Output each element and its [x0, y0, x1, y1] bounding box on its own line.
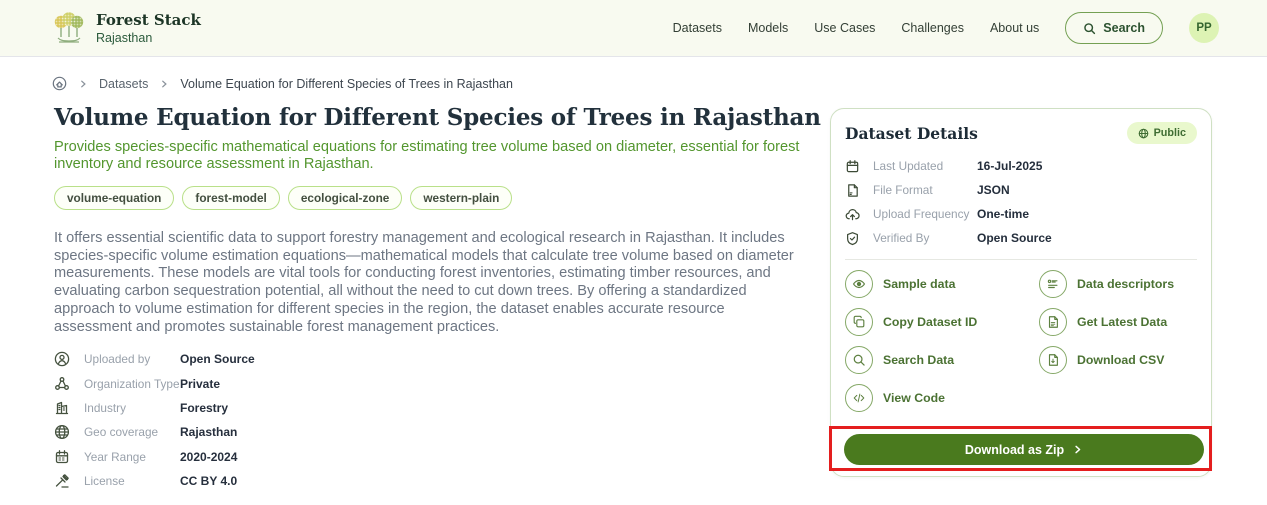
tag-list: volume-equation forest-model ecological-… — [54, 186, 513, 210]
document-icon — [1039, 308, 1067, 336]
main-nav: Datasets Models Use Cases Challenges Abo… — [673, 12, 1219, 44]
download-csv-button[interactable]: Download CSV — [1039, 346, 1197, 374]
detail-row-upload-frequency: Upload Frequency One-time — [845, 202, 1197, 226]
breadcrumb: Datasets Volume Equation for Different S… — [52, 76, 513, 91]
detail-row-last-updated: Last Updated 16-Jul-2025 — [845, 154, 1197, 178]
page: Forest Stack Rajasthan Datasets Models U… — [0, 0, 1267, 505]
license-icon — [54, 473, 71, 490]
download-as-zip-label: Download as Zip — [964, 442, 1065, 457]
sample-data-button[interactable]: Sample data — [845, 270, 1039, 298]
org-icon — [54, 375, 71, 392]
tag-ecological-zone[interactable]: ecological-zone — [287, 186, 403, 210]
view-code-button[interactable]: View Code — [845, 384, 1039, 412]
dataset-description: It offers essential scientific data to s… — [54, 230, 794, 335]
meta-row-geo-coverage: Geo coverage Rajasthan — [54, 420, 255, 444]
brand-logo[interactable]: Forest Stack Rajasthan — [52, 11, 201, 45]
page-title: Volume Equation for Different Species of… — [54, 104, 821, 131]
tag-western-plain[interactable]: western-plain — [410, 186, 513, 210]
eye-icon — [845, 270, 873, 298]
chevron-right-icon — [78, 79, 88, 89]
public-badge: Public — [1126, 122, 1197, 144]
card-title: Dataset Details — [845, 123, 978, 143]
avatar[interactable]: PP — [1189, 13, 1219, 43]
globe-icon — [1138, 128, 1149, 139]
code-icon — [845, 384, 873, 412]
meta-row-license: License CC BY 4.0 — [54, 469, 255, 493]
file-icon — [845, 182, 861, 198]
nav-item-challenges[interactable]: Challenges — [901, 21, 964, 35]
search-icon — [845, 346, 873, 374]
calendar-icon — [845, 158, 861, 174]
file-download-icon — [1039, 346, 1067, 374]
detail-rows: Last Updated 16-Jul-2025 File Format JSO… — [831, 154, 1211, 250]
home-icon[interactable] — [52, 76, 67, 91]
industry-icon — [54, 399, 71, 416]
detail-row-file-format: File Format JSON — [845, 178, 1197, 202]
meta-row-organization-type: Organization Type Private — [54, 371, 255, 395]
search-icon — [1083, 22, 1096, 35]
copy-dataset-id-button[interactable]: Copy Dataset ID — [845, 308, 1039, 336]
search-button[interactable]: Search — [1065, 12, 1163, 44]
nav-item-datasets[interactable]: Datasets — [673, 21, 722, 35]
copy-icon — [845, 308, 873, 336]
card-actions: Sample data Data descriptors Copy Datase… — [831, 260, 1211, 412]
get-latest-data-button[interactable]: Get Latest Data — [1039, 308, 1197, 336]
public-badge-label: Public — [1153, 127, 1186, 139]
app-header: Forest Stack Rajasthan Datasets Models U… — [0, 0, 1267, 57]
list-icon — [1039, 270, 1067, 298]
page-subtitle: Provides species-specific mathematical e… — [54, 139, 800, 172]
card-header: Dataset Details Public — [831, 109, 1211, 144]
meta-row-industry: Industry Forestry — [54, 396, 255, 420]
tag-forest-model[interactable]: forest-model — [182, 186, 280, 210]
brand-title: Forest Stack — [96, 11, 201, 30]
globe-icon — [54, 424, 71, 441]
brand-subtitle: Rajasthan — [96, 30, 153, 45]
nav-item-about-us[interactable]: About us — [990, 21, 1039, 35]
calendar-icon — [54, 448, 71, 465]
tag-volume-equation[interactable]: volume-equation — [54, 186, 175, 210]
breadcrumb-current-page: Volume Equation for Different Species of… — [180, 76, 513, 91]
breadcrumb-datasets[interactable]: Datasets — [99, 77, 148, 91]
nav-item-use-cases[interactable]: Use Cases — [814, 21, 875, 35]
chevron-right-icon — [159, 79, 169, 89]
user-icon — [54, 351, 71, 368]
meta-row-year-range: Year Range 2020-2024 — [54, 445, 255, 469]
cloud-upload-icon — [845, 206, 861, 222]
search-button-label: Search — [1103, 21, 1145, 35]
shield-check-icon — [845, 230, 861, 246]
search-data-button[interactable]: Search Data — [845, 346, 1039, 374]
detail-row-verified-by: Verified By Open Source — [845, 226, 1197, 250]
forest-stack-logo-icon — [52, 11, 86, 45]
metadata-list: Uploaded by Open Source Organization Typ… — [54, 347, 255, 493]
dataset-details-card: Dataset Details Public Last Updated 16-J… — [830, 108, 1212, 477]
meta-row-uploaded-by: Uploaded by Open Source — [54, 347, 255, 371]
chevron-right-icon — [1072, 444, 1083, 455]
data-descriptors-button[interactable]: Data descriptors — [1039, 270, 1197, 298]
nav-item-models[interactable]: Models — [748, 21, 788, 35]
download-as-zip-button[interactable]: Download as Zip — [844, 434, 1204, 465]
